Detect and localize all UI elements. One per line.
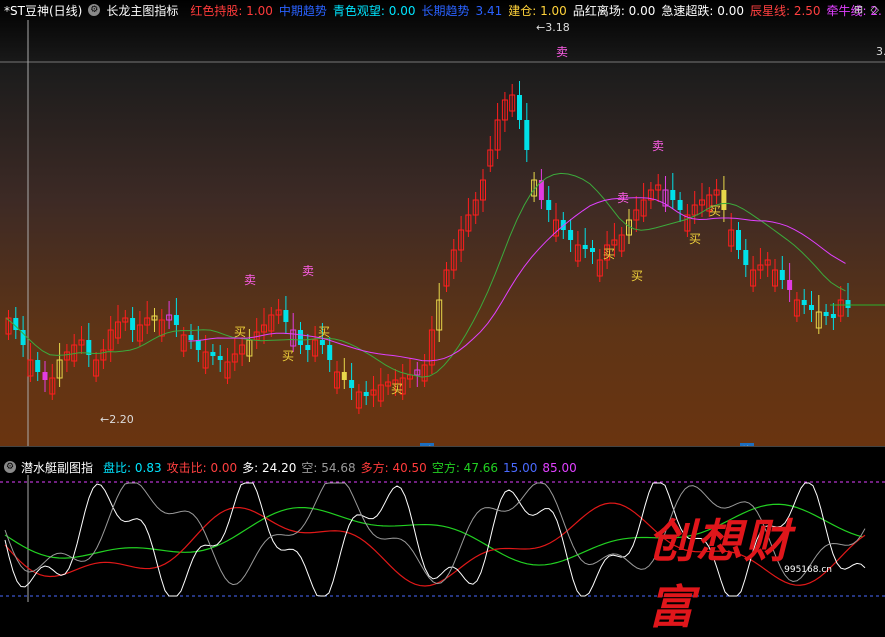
candle-body [210, 352, 216, 356]
candle-body [779, 270, 785, 280]
candle-body [670, 190, 676, 200]
candle-body [319, 340, 325, 345]
high-price-label: ←3.18 [536, 21, 570, 34]
candle-body [568, 230, 574, 240]
candle-body [341, 372, 347, 380]
buy-signal-mark: 买 [318, 325, 330, 339]
candle-body [582, 245, 588, 249]
watermark-logo: 创想财富 995168.cn [648, 505, 838, 634]
candle-body [517, 95, 522, 120]
candle-body [188, 335, 194, 340]
candle-body [173, 315, 179, 325]
candle-body [560, 220, 566, 230]
candle-body [42, 372, 48, 380]
watermark-url: 995168.cn [784, 565, 832, 575]
candle-body [524, 120, 530, 150]
sub-legend-item: 85.00 [542, 460, 577, 475]
sell-signal-mark: 卖 [652, 139, 664, 153]
buy-signal-mark: 买 [631, 269, 643, 283]
sell-signal-mark: 卖 [617, 191, 629, 205]
candle-body [736, 230, 741, 250]
sub-legend-item: 攻击比: 0.00 [166, 460, 238, 475]
candle-body [327, 345, 333, 360]
sell-signal-mark: 卖 [302, 264, 314, 278]
candle-body [809, 305, 814, 310]
buy-signal-mark: 买 [603, 247, 615, 261]
buy-signal-mark: 买 [689, 232, 701, 246]
candle-body [823, 312, 829, 316]
buy-signal-mark: 买 [234, 325, 246, 339]
buy-signal-mark: 买 [282, 349, 294, 363]
candle-body [845, 300, 851, 308]
candle-body [217, 356, 223, 360]
candle-body [130, 318, 136, 330]
candle-body [590, 248, 595, 252]
settings-icon[interactable]: ⚙ [4, 461, 16, 473]
sub-legend: ⚙ 潜水艇副图指 盘比: 0.83 攻击比: 0.00 多: 24.20 空: 54.… [0, 459, 885, 475]
candle-body [743, 250, 749, 265]
candle-body [787, 280, 793, 290]
sell-signal-mark: 卖 [556, 45, 568, 59]
sub-legend-items: 盘比: 0.83 攻击比: 0.00 多: 24.20 空: 54.68 多方: 40.… [98, 459, 577, 476]
candle-body [801, 300, 807, 305]
candle-body [298, 330, 303, 345]
candle-body [195, 340, 201, 350]
sell-signal-mark: 卖 [244, 273, 256, 287]
sub-legend-item: 多方: 40.50 [360, 460, 427, 475]
sub-legend-item: 空方: 47.66 [431, 460, 499, 475]
sub-legend-item: 15.00 [503, 460, 538, 475]
candlestick-chart: 卖卖卖卖卖买买买买买买买买←3.18←2.203.财停 [0, 20, 885, 446]
candle-body [830, 314, 836, 318]
sub-legend-item: 盘比: 0.83 [103, 460, 162, 475]
candle-body [363, 392, 369, 396]
buy-signal-mark: 买 [709, 204, 721, 218]
low-price-label: ←2.20 [100, 413, 134, 426]
ma-magenta-line [188, 197, 846, 362]
buy-signal-mark: 买 [391, 382, 403, 396]
candle-body [305, 345, 311, 350]
candle-body [349, 380, 355, 388]
candle-body [677, 200, 683, 210]
candle-body [546, 200, 552, 210]
right-price-label: 3. [876, 45, 885, 58]
candle-body [721, 190, 727, 210]
candle-body [35, 360, 41, 372]
sub-legend-item: 空: 54.68 [301, 460, 356, 475]
sub-indicator-name[interactable]: 潜水艇副图指 [21, 459, 93, 476]
sub-legend-item: 多: 24.20 [242, 460, 297, 475]
candle-body [283, 310, 289, 322]
